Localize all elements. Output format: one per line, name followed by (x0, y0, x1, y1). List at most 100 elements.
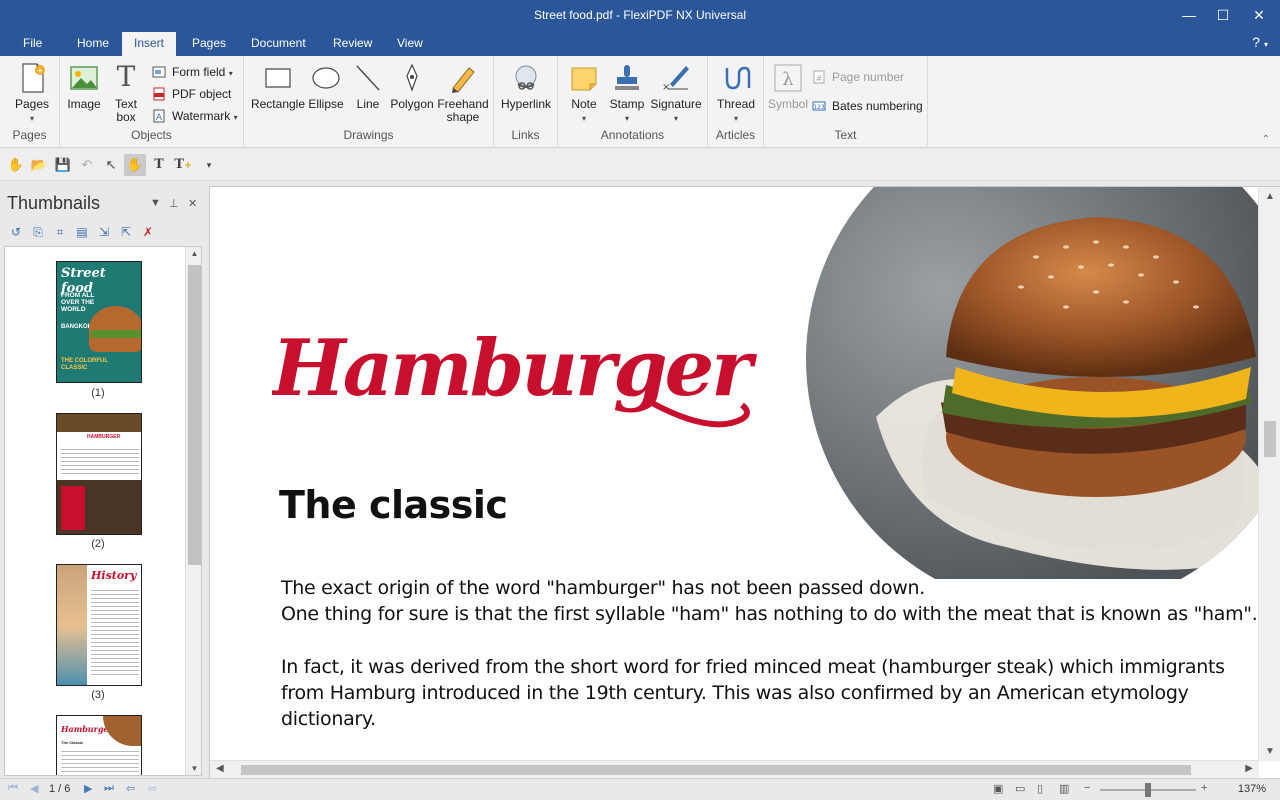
tab-insert[interactable]: Insert (122, 32, 176, 56)
scroll-up-icon[interactable]: ▲ (186, 249, 201, 258)
tab-review[interactable]: Review (323, 32, 382, 56)
tab-document[interactable]: Document (241, 32, 316, 56)
scroll-right-icon[interactable]: ▶ (1245, 763, 1253, 774)
status-bar: ⏮ ◀ 1 / 6 ▶ ⏭ ⇦ ⇨ ▣ ▭ ▯ ▥ − + 137% (0, 778, 1280, 800)
thumbnail-page-1[interactable]: Street food FROM ALL OVER THE WORLD BANG… (56, 261, 142, 383)
tab-pages[interactable]: Pages (182, 32, 236, 56)
scroll-left-icon[interactable]: ◀ (216, 763, 224, 774)
close-button[interactable]: ✕ (1240, 0, 1278, 32)
note-icon (568, 62, 600, 92)
thread-button[interactable]: Thread ▾ (714, 62, 758, 125)
tab-view[interactable]: View (387, 32, 433, 56)
extract-page-icon[interactable]: ⇱ (118, 224, 134, 240)
svg-text:123: 123 (813, 104, 825, 111)
watermark-button[interactable]: A Watermark ▾ (152, 107, 238, 127)
paragraph-line-2: One thing for sure is that the first syl… (281, 603, 1258, 625)
crop-page-icon[interactable]: ⌗ (52, 224, 68, 240)
pages-button[interactable]: + Pages ▾ (14, 62, 50, 125)
document-view[interactable]: Hamburger The classic The exact origin o… (209, 186, 1280, 778)
pdf-object-button[interactable]: PDF object (152, 85, 231, 105)
page-number-button[interactable]: # Page number (812, 68, 904, 88)
maximize-button[interactable]: ☐ (1204, 0, 1242, 32)
stamp-button[interactable]: Stamp ▾ (608, 62, 646, 125)
note-button[interactable]: Note ▾ (564, 62, 604, 125)
bates-icon: 123 (812, 99, 826, 113)
thumbnail-page-2[interactable]: HAMBURGER (56, 413, 142, 535)
two-pages-icon[interactable]: ▥ (1059, 782, 1069, 795)
fit-page-icon[interactable]: ▯ (1037, 782, 1043, 795)
scroll-up-icon[interactable]: ▲ (1259, 191, 1280, 202)
thumbnail-page-3[interactable]: History (56, 564, 142, 686)
thread-icon (720, 62, 752, 92)
scrollbar-thumb[interactable] (1264, 421, 1276, 457)
previous-view-icon[interactable]: ⇦ (126, 782, 135, 795)
delete-page-icon[interactable]: ✗ (140, 224, 156, 240)
undo-icon[interactable]: ↶ (76, 154, 98, 176)
close-panel-icon[interactable]: ✕ (188, 197, 197, 210)
text-icon: T (116, 60, 136, 93)
next-page-icon[interactable]: ▶ (84, 782, 92, 795)
svg-text:λ: λ (782, 69, 793, 90)
tab-home[interactable]: Home (67, 32, 119, 56)
last-page-icon[interactable]: ⏭ (104, 782, 114, 795)
zoom-slider-thumb[interactable] (1145, 783, 1151, 797)
thumbnail-label: (3) (91, 689, 105, 701)
actual-size-icon[interactable]: ▣ (993, 782, 1003, 795)
save-icon[interactable]: 💾 (52, 154, 74, 176)
previous-page-icon[interactable]: ◀ (30, 782, 38, 795)
new-page-icon[interactable]: ⎘ (30, 224, 46, 240)
horizontal-scrollbar[interactable]: ◀ ▶ (210, 760, 1259, 778)
page-indicator[interactable]: 1 / 6 (49, 783, 70, 795)
group-label-text: Text (834, 128, 857, 142)
rotate-icon[interactable]: ↺ (8, 224, 24, 240)
image-button[interactable]: Image (66, 62, 102, 111)
insert-page-icon[interactable]: ⇲ (96, 224, 112, 240)
symbol-button[interactable]: λ Symbol (766, 62, 810, 111)
group-label-drawings: Drawings (343, 128, 394, 142)
zoom-in-icon[interactable]: + (1201, 782, 1207, 794)
first-page-icon[interactable]: ⏮ (8, 782, 18, 795)
thumbnail-scrollbar[interactable]: ▲ ▼ (185, 247, 201, 775)
document-title: Hamburger (270, 285, 792, 448)
zoom-out-icon[interactable]: − (1084, 782, 1090, 794)
hand-tool-icon[interactable]: ✋ (5, 154, 27, 176)
open-folder-icon[interactable]: 📂 (28, 154, 50, 176)
svg-text:A: A (156, 113, 163, 123)
form-field-button[interactable]: Form field ▾ (152, 63, 233, 83)
scrollbar-thumb[interactable] (188, 265, 201, 565)
scrollbar-thumb[interactable] (241, 765, 1191, 775)
pan-hand-icon[interactable]: ✋ (124, 154, 146, 176)
tab-file[interactable]: File (13, 32, 52, 56)
scroll-down-icon[interactable]: ▼ (1259, 746, 1280, 757)
freehand-shape-button[interactable]: Freehand shape (436, 62, 490, 124)
collapse-ribbon-icon[interactable]: ⌃ (1262, 134, 1270, 145)
bates-numbering-button[interactable]: 123 Bates numbering (812, 97, 923, 117)
zoom-level[interactable]: 137% (1238, 783, 1266, 795)
group-label-annotations: Annotations (600, 128, 665, 142)
add-text-icon[interactable]: T+ (172, 154, 194, 176)
customize-toolbar-icon[interactable]: ▾ (198, 154, 220, 176)
minimize-button[interactable]: — (1170, 0, 1208, 32)
help-icon[interactable]: ? ▾ (1252, 34, 1268, 50)
scan-icon[interactable]: ▤ (74, 224, 90, 240)
fit-width-icon[interactable]: ▭ (1015, 782, 1025, 795)
next-view-icon[interactable]: ⇨ (148, 782, 157, 795)
image-icon (68, 62, 100, 92)
scroll-down-icon[interactable]: ▼ (186, 764, 201, 773)
select-arrow-icon[interactable]: ↖ (100, 154, 122, 176)
ellipse-button[interactable]: Ellipse (306, 62, 346, 111)
textbox-button[interactable]: T Text box (110, 62, 142, 124)
edit-text-icon[interactable]: T (148, 154, 170, 176)
hyperlink-button[interactable]: Hyperlink (500, 62, 552, 111)
panel-menu-icon[interactable]: ▼ (150, 197, 161, 209)
form-field-icon (152, 65, 166, 79)
pin-icon[interactable]: ⊥ (169, 197, 179, 210)
line-button[interactable]: Line (350, 62, 386, 111)
rectangle-button[interactable]: Rectangle (250, 62, 306, 111)
vertical-scrollbar[interactable]: ▲ ▼ (1258, 187, 1280, 761)
paragraph-line-1: The exact origin of the word "hamburger"… (281, 577, 925, 599)
thumbnail-page-4[interactable]: Hamburger The Classic (56, 715, 142, 775)
ellipse-icon (310, 62, 342, 92)
polygon-button[interactable]: Polygon (388, 62, 436, 111)
signature-button[interactable]: × Signature ▾ (648, 62, 704, 125)
